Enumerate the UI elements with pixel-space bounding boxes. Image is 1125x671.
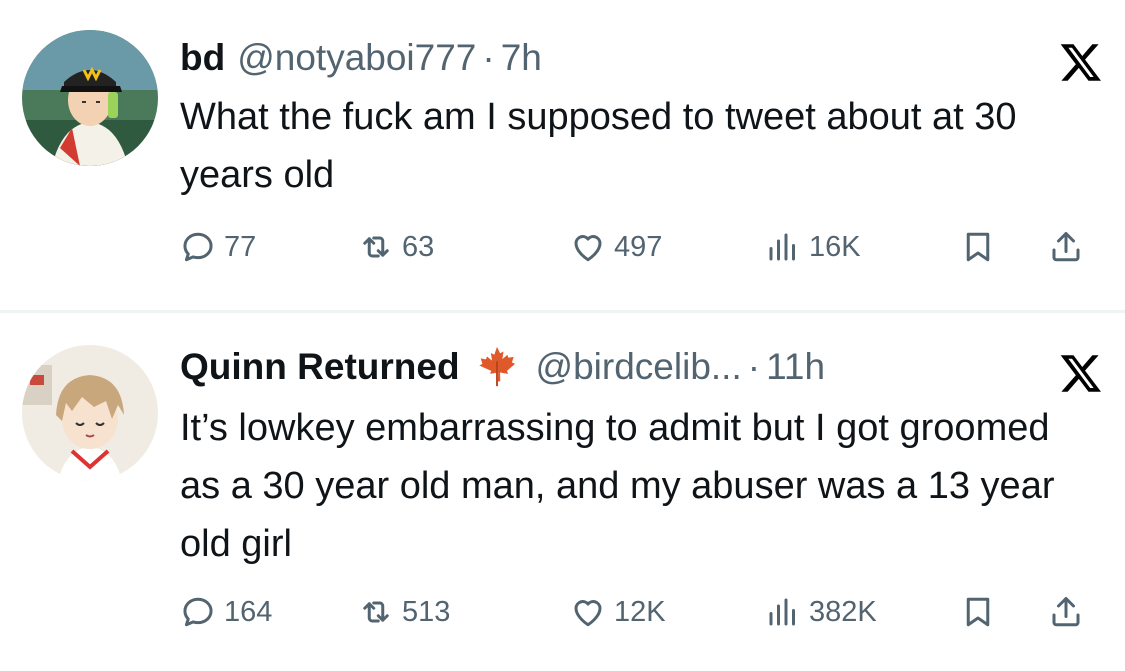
timestamp[interactable]: 7h xyxy=(501,36,542,80)
retweet-icon xyxy=(363,601,389,623)
bookmark-icon xyxy=(966,597,990,627)
retweet-button[interactable]: 513 xyxy=(358,588,450,636)
retweet-count: 513 xyxy=(402,595,451,628)
author-name[interactable]: Quinn Returned xyxy=(180,345,460,389)
share-icon xyxy=(1052,597,1080,627)
maple-leaf-icon xyxy=(478,346,515,387)
tweet-actions: 77 63 497 16K xyxy=(180,223,1100,271)
bookmark-button[interactable] xyxy=(960,588,996,636)
retweet-icon xyxy=(363,236,389,258)
separator: · xyxy=(747,346,761,387)
share-icon xyxy=(1052,232,1080,262)
x-logo-icon xyxy=(1060,44,1101,81)
bookmark-icon xyxy=(966,232,990,262)
retweet-count: 63 xyxy=(402,230,435,263)
tweet-card[interactable]: Quinn Returned @birdcelib... · 11h It’s … xyxy=(0,313,1125,671)
tweet-header: bd @notyaboi777 · 7h xyxy=(180,36,542,80)
bookmark-button[interactable] xyxy=(960,223,996,271)
timestamp[interactable]: 11h xyxy=(766,345,825,389)
reply-button[interactable]: 164 xyxy=(180,588,272,636)
tweet-card[interactable]: bd @notyaboi777 · 7h What the fuck am I … xyxy=(0,0,1125,311)
like-button[interactable]: 12K xyxy=(570,588,666,636)
tweet-text: It’s lowkey embarrassing to admit but I … xyxy=(180,407,1055,565)
share-button[interactable] xyxy=(1048,223,1084,271)
reply-count: 164 xyxy=(224,595,273,628)
like-count: 497 xyxy=(614,230,663,263)
reply-icon xyxy=(183,232,213,262)
avatar[interactable] xyxy=(22,30,158,166)
retweet-button[interactable]: 63 xyxy=(358,223,434,271)
separator: · xyxy=(482,37,495,78)
like-count: 12K xyxy=(614,595,666,628)
views-icon xyxy=(769,233,795,261)
author-name[interactable]: bd xyxy=(180,36,225,80)
tweet-actions: 164 513 12K 382K xyxy=(180,588,1100,636)
tweet-header: Quinn Returned @birdcelib... · 11h xyxy=(180,344,825,390)
author-handle[interactable]: @notyaboi777 xyxy=(237,36,476,80)
reply-icon xyxy=(183,597,213,627)
views-count: 382K xyxy=(809,595,877,628)
avatar-image xyxy=(22,30,158,166)
views-count: 16K xyxy=(809,230,861,263)
views-button[interactable]: 16K xyxy=(765,223,861,271)
x-logo-icon xyxy=(1060,355,1101,392)
tweet-text: What the fuck am I supposed to tweet abo… xyxy=(180,96,1017,196)
heart-icon xyxy=(574,235,602,262)
heart-icon xyxy=(574,600,602,627)
views-icon xyxy=(769,598,795,626)
avatar[interactable] xyxy=(22,345,158,481)
share-button[interactable] xyxy=(1048,588,1084,636)
avatar-image xyxy=(22,345,158,481)
reply-count: 77 xyxy=(224,230,257,263)
author-handle[interactable]: @birdcelib... xyxy=(536,345,742,389)
like-button[interactable]: 497 xyxy=(570,223,662,271)
reply-button[interactable]: 77 xyxy=(180,223,256,271)
views-button[interactable]: 382K xyxy=(765,588,877,636)
